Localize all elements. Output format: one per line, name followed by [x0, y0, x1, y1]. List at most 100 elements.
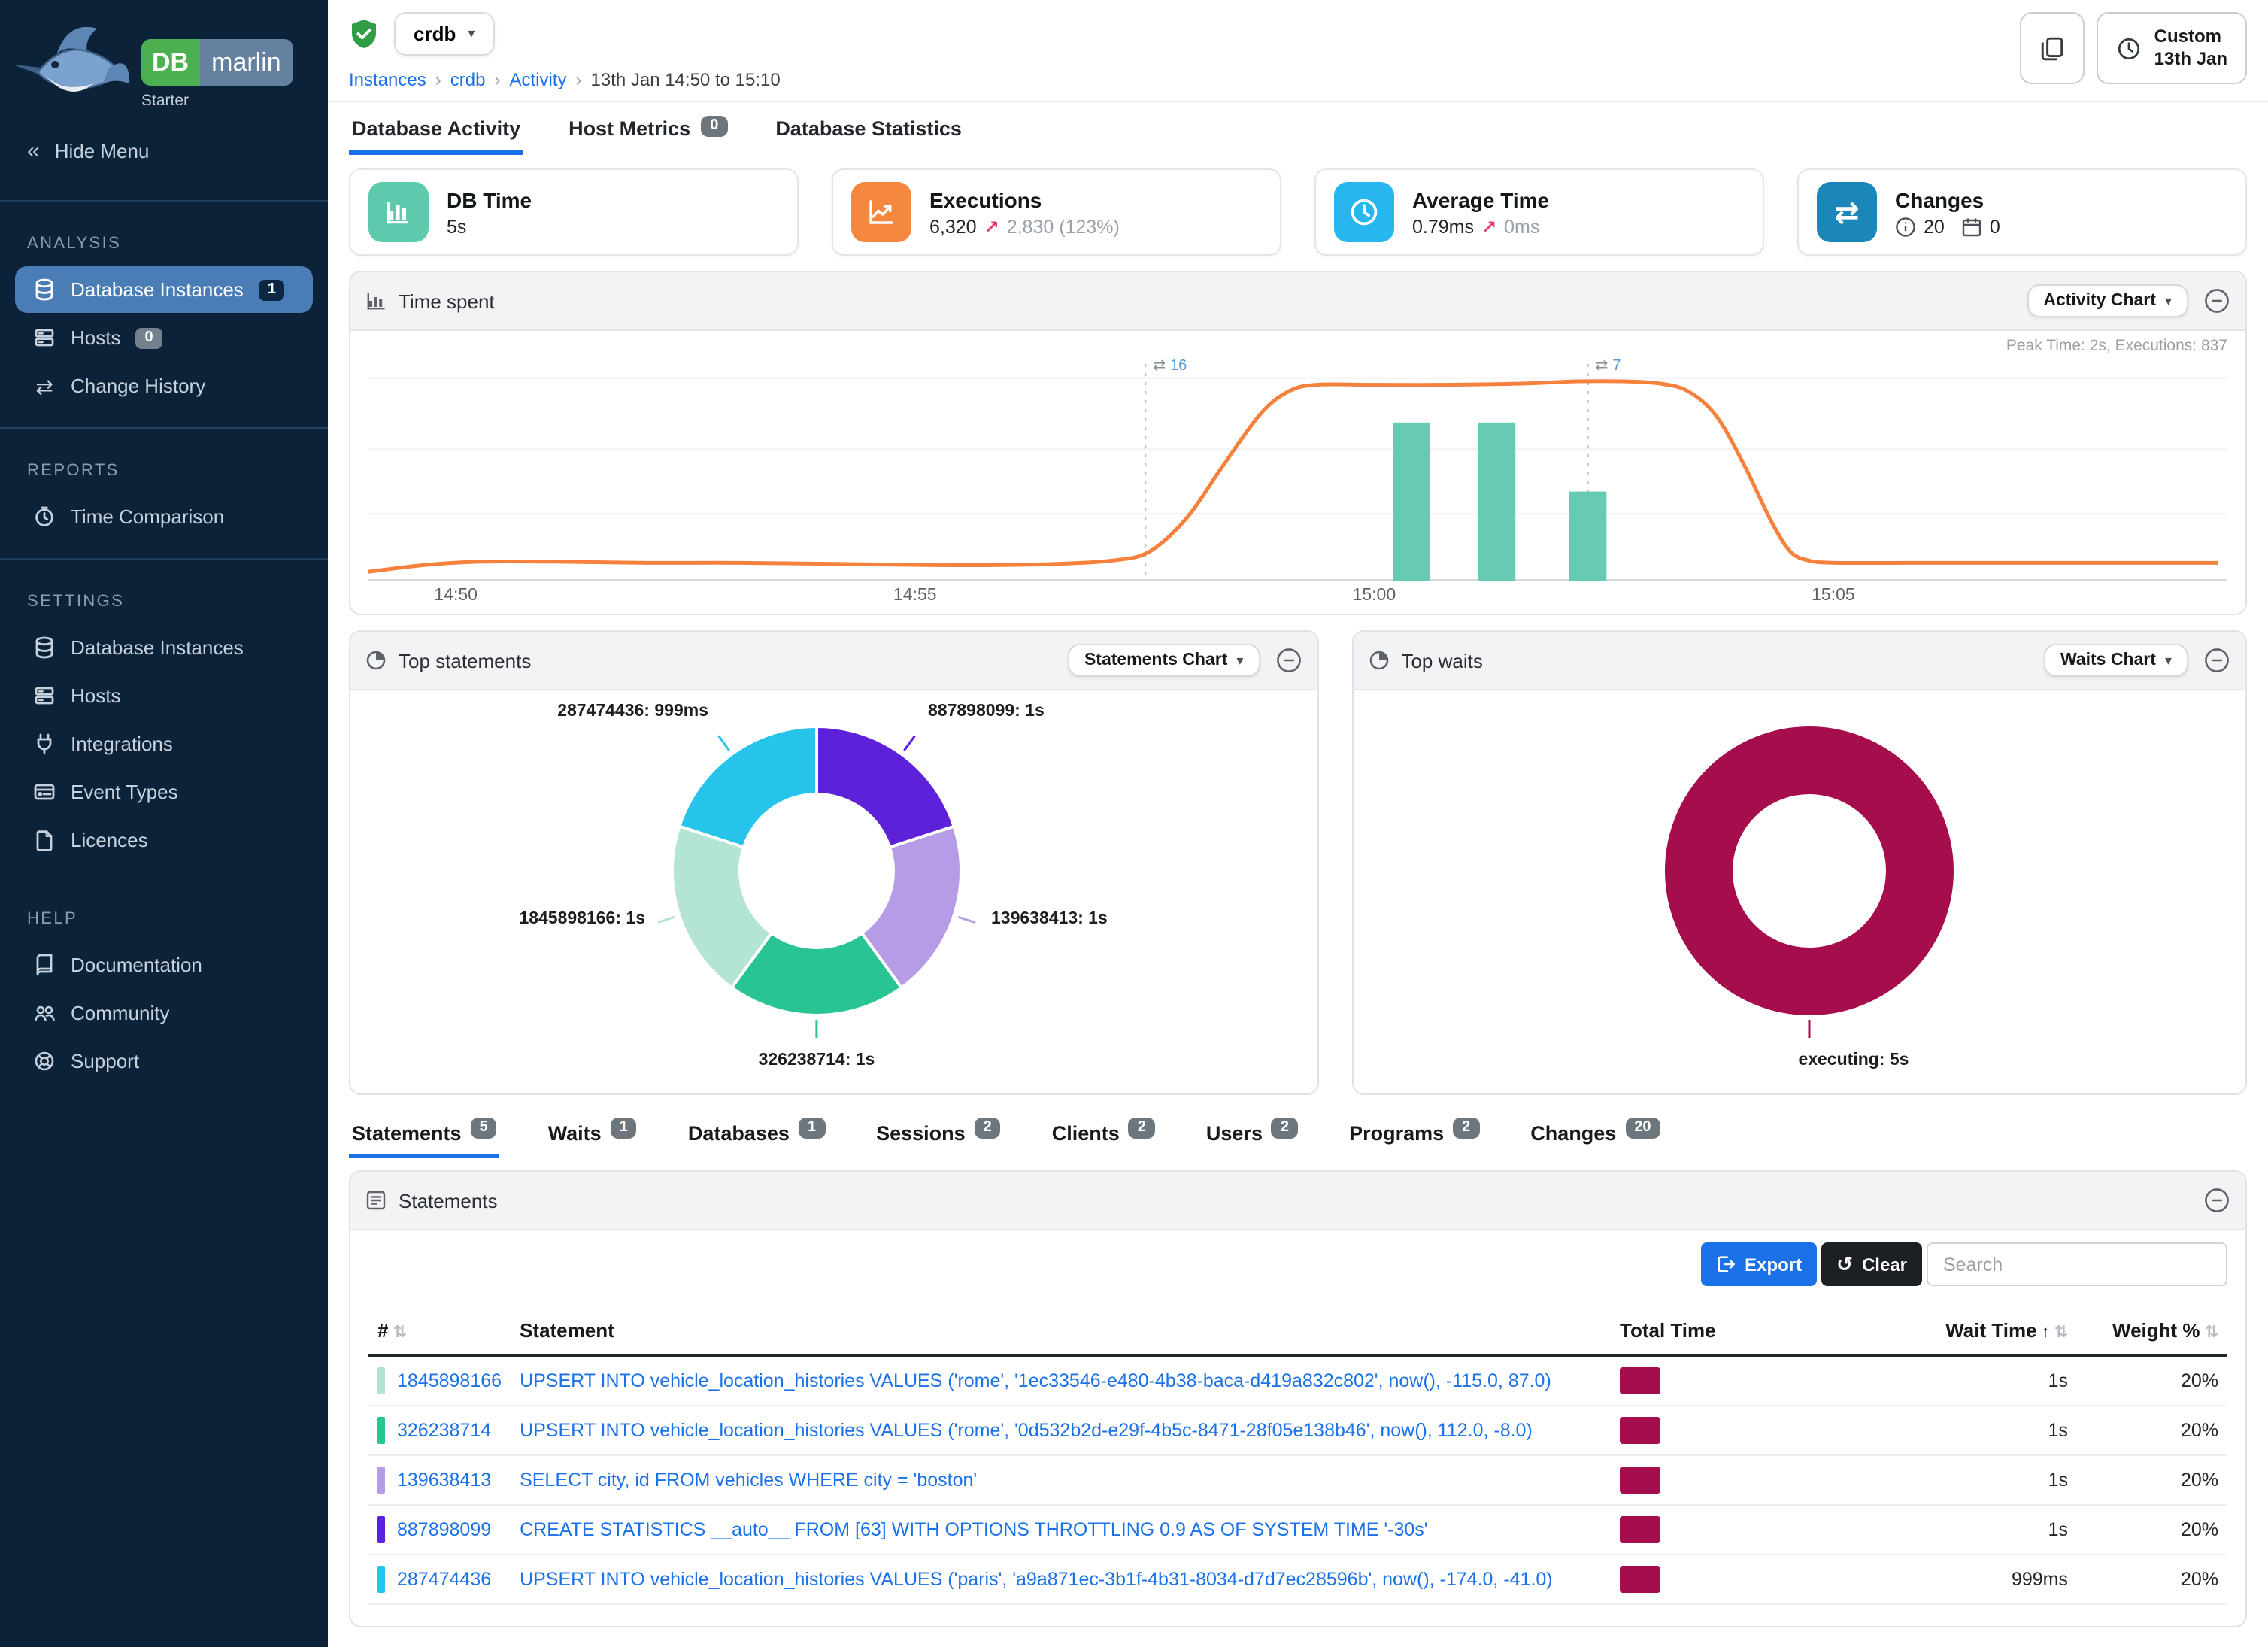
statement-link[interactable]: UPSERT INTO vehicle_location_histories V…: [520, 1370, 1551, 1391]
tab-waits[interactable]: Waits1: [545, 1110, 640, 1158]
breadcrumb-instances[interactable]: Instances: [349, 69, 426, 90]
dbmarlin-logo[interactable]: DB marlin Starter: [0, 0, 328, 117]
sidebar-item-documentation[interactable]: Documentation: [15, 942, 313, 988]
sidebar-item-hosts[interactable]: Hosts 0: [15, 314, 313, 361]
sort-icon: ⇅: [393, 1324, 406, 1342]
export-button[interactable]: Export: [1701, 1242, 1817, 1286]
server-icon: [33, 326, 56, 349]
tab-host-metrics[interactable]: Host Metrics0: [565, 102, 730, 155]
card-title: Executions: [929, 187, 1120, 211]
x-axis: 14:5014:5515:0015:05: [368, 581, 2227, 611]
db-time-line[interactable]: [368, 381, 2218, 572]
collapse-icon[interactable]: [2203, 1187, 2230, 1214]
donut-slice[interactable]: [1698, 760, 1919, 981]
weight-value: 20%: [2077, 1455, 2227, 1505]
search-input[interactable]: [1927, 1242, 2227, 1286]
logo-edition: Starter: [141, 92, 293, 110]
sidebar-section-reports: REPORTS: [0, 435, 328, 492]
copy-link-button[interactable]: [2021, 12, 2085, 84]
statement-link[interactable]: CREATE STATISTICS __auto__ FROM [63] WIT…: [520, 1519, 1428, 1540]
activity-bar[interactable]: [1478, 423, 1515, 581]
collapse-icon[interactable]: [2203, 647, 2230, 674]
sidebar-item-support[interactable]: Support: [15, 1038, 313, 1084]
time-spent-chart[interactable]: Peak Time: 2s, Executions: 837 ⇄16⇄7 14:…: [350, 331, 2245, 614]
statement-link[interactable]: UPSERT INTO vehicle_location_histories V…: [520, 1420, 1533, 1441]
statement-id-link[interactable]: 139638413: [397, 1470, 491, 1491]
donut-slice[interactable]: [817, 726, 954, 848]
sidebar-item-label: Licences: [71, 829, 148, 851]
column-header-num[interactable]: #⇅: [368, 1307, 511, 1355]
instance-selector[interactable]: crdb ▾: [394, 12, 494, 56]
activity-line-chart[interactable]: [368, 358, 2227, 581]
column-header-weight[interactable]: Weight %⇅: [2077, 1307, 2227, 1355]
bar-chart-icon: [365, 290, 387, 311]
sidebar-item-change-history[interactable]: ⇄ Change History: [15, 362, 313, 409]
sidebar-item-time-comparison[interactable]: Time Comparison: [15, 493, 313, 540]
column-header-wait-time[interactable]: Wait Time↑⇅: [1806, 1307, 2077, 1355]
collapse-icon[interactable]: [2203, 287, 2230, 314]
statements-donut[interactable]: [639, 693, 994, 1048]
waits-chart-dropdown[interactable]: Waits Chart▾: [2044, 644, 2188, 677]
time-range-button[interactable]: Custom 13th Jan: [2097, 12, 2247, 84]
x-tick-label: 14:50: [434, 587, 478, 605]
collapse-icon[interactable]: [1275, 647, 1302, 674]
people-icon: [33, 1002, 56, 1024]
top-waits-panel: Top waits Waits Chart▾ executing: 5s: [1351, 630, 2247, 1095]
statement-id-link[interactable]: 1845898166: [397, 1370, 502, 1391]
tab-statements[interactable]: Statements5: [349, 1110, 500, 1158]
hide-menu-label: Hide Menu: [55, 140, 150, 162]
card-changes[interactable]: ⇄ Changes 20 0: [1797, 168, 2247, 256]
column-header-statement[interactable]: Statement: [511, 1307, 1611, 1355]
card-db-time[interactable]: DB Time 5s: [349, 168, 799, 256]
activity-bar[interactable]: [1393, 423, 1430, 581]
tab-databases[interactable]: Databases1: [685, 1110, 828, 1158]
breadcrumb-activity[interactable]: Activity: [509, 69, 566, 90]
activity-chart-dropdown[interactable]: Activity Chart▾: [2027, 284, 2188, 317]
divider: [0, 427, 328, 429]
sidebar-item-event-types[interactable]: Event Types: [15, 769, 313, 815]
clear-button[interactable]: ↺ Clear: [1821, 1242, 1922, 1286]
column-header-total-time[interactable]: Total Time: [1611, 1307, 1806, 1355]
breadcrumb-crdb[interactable]: crdb: [450, 69, 486, 90]
statements-chart-dropdown[interactable]: Statements Chart▾: [1068, 644, 1260, 677]
sidebar-item-label: Hosts: [71, 326, 120, 349]
tab-users[interactable]: Users2: [1203, 1110, 1301, 1158]
sidebar: DB marlin Starter « Hide Menu ANALYSIS D…: [0, 0, 328, 1647]
card-value: 0.79ms: [1412, 216, 1474, 237]
top-waits-chart[interactable]: executing: 5s: [1353, 690, 2245, 1093]
statement-id-link[interactable]: 887898099: [397, 1519, 491, 1540]
tab-changes[interactable]: Changes20: [1527, 1110, 1663, 1158]
tab-database-statistics[interactable]: Database Statistics: [772, 102, 965, 155]
sidebar-item-settings-database-instances[interactable]: Database Instances: [15, 624, 313, 671]
sidebar-item-integrations[interactable]: Integrations: [15, 720, 313, 767]
sidebar-item-database-instances[interactable]: Database Instances 1: [15, 266, 313, 313]
sort-icon: ⇅: [2205, 1324, 2218, 1342]
activity-bar[interactable]: [1569, 492, 1606, 581]
hide-menu-button[interactable]: « Hide Menu: [0, 120, 328, 182]
statement-id-link[interactable]: 287474436: [397, 1569, 491, 1590]
panel-header: Statements: [350, 1172, 2245, 1230]
tab-programs[interactable]: Programs2: [1346, 1110, 1482, 1158]
sidebar-section-settings: SETTINGS: [0, 566, 328, 623]
tab-clients[interactable]: Clients2: [1049, 1110, 1158, 1158]
count-badge: 0: [135, 327, 162, 348]
statement-id-link[interactable]: 326238714: [397, 1420, 491, 1441]
waits-donut[interactable]: [1631, 693, 1986, 1048]
card-executions[interactable]: Executions 6,320 ↗ 2,830 (123%): [832, 168, 1281, 256]
count-badge: 1: [799, 1118, 825, 1139]
count-badge: 2: [1272, 1118, 1298, 1139]
statement-link[interactable]: UPSERT INTO vehicle_location_histories V…: [520, 1569, 1553, 1590]
divider: [0, 200, 328, 202]
top-statements-chart[interactable]: 887898099: 1s 139638413: 1s 326238714: 1…: [350, 690, 1317, 1093]
statement-link[interactable]: SELECT city, id FROM vehicles WHERE city…: [520, 1470, 977, 1491]
total-time-bar: [1620, 1467, 1660, 1494]
tab-database-activity[interactable]: Database Activity: [349, 102, 523, 155]
sidebar-item-settings-hosts[interactable]: Hosts: [15, 672, 313, 719]
tab-sessions[interactable]: Sessions2: [873, 1110, 1004, 1158]
card-average-time[interactable]: Average Time 0.79ms ↗ 0ms: [1314, 168, 1764, 256]
clock-icon: [2117, 35, 2142, 61]
donut-slice[interactable]: [679, 726, 817, 847]
table-toolbar: Export ↺ Clear: [368, 1242, 2227, 1286]
sidebar-item-licences[interactable]: Licences: [15, 817, 313, 863]
sidebar-item-community[interactable]: Community: [15, 990, 313, 1036]
